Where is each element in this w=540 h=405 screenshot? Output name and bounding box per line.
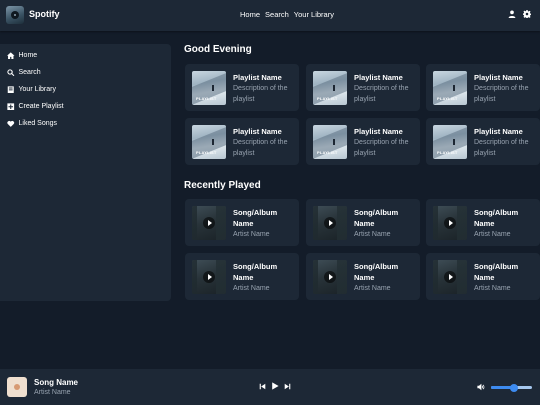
playlist-card[interactable]: PLAYLIST Playlist Name Description of the… xyxy=(426,118,540,165)
playlist-title: Playlist Name xyxy=(474,127,523,136)
user-icon[interactable] xyxy=(508,10,516,18)
now-playing-artist[interactable]: Artist Name xyxy=(34,389,71,396)
playlist-cover-image: PLAYLIST xyxy=(433,71,467,105)
playlist-description: Description of the playlist xyxy=(474,139,529,157)
play-icon xyxy=(324,271,336,283)
now-playing-cover-image[interactable] xyxy=(7,377,27,397)
app-name: Spotify xyxy=(29,9,60,19)
sidebar-item-label: Home xyxy=(18,52,38,59)
now-playing-song[interactable]: Song Name xyxy=(34,378,78,387)
volume-icon[interactable] xyxy=(477,383,485,391)
album-cover-image xyxy=(192,206,226,240)
playlist-description: Description of the playlist xyxy=(354,85,409,103)
recent-item-card[interactable]: Song/Album Name Artist Name xyxy=(306,199,420,246)
recent-item-artist: Artist Name xyxy=(354,231,391,238)
play-icon xyxy=(203,217,215,229)
recent-item-artist: Artist Name xyxy=(474,285,511,292)
previous-button[interactable] xyxy=(259,383,266,390)
playlist-cover-image: PLAYLIST xyxy=(192,71,226,105)
playlist-cover-image: PLAYLIST xyxy=(313,125,347,159)
recently-played-title: Recently Played xyxy=(184,180,261,191)
plus-square-icon xyxy=(7,103,15,110)
volume-slider[interactable] xyxy=(491,383,532,392)
next-button[interactable] xyxy=(284,383,291,390)
recent-item-artist: Artist Name xyxy=(233,231,270,238)
playlist-description: Description of the playlist xyxy=(474,85,529,103)
playlist-title: Playlist Name xyxy=(233,73,282,82)
player-bar: Song Name Artist Name xyxy=(0,369,540,405)
sidebar-item-liked-songs[interactable]: Liked Songs xyxy=(0,115,171,132)
play-icon xyxy=(324,217,336,229)
recent-item-title: Song/Album Name xyxy=(354,208,399,228)
recent-item-artist: Artist Name xyxy=(233,285,270,292)
playlist-card[interactable]: PLAYLIST Playlist Name Description of the… xyxy=(185,118,299,165)
sidebar-item-create-playlist[interactable]: Create Playlist xyxy=(0,98,171,115)
playlist-title: Playlist Name xyxy=(233,127,282,136)
play-icon xyxy=(444,271,456,283)
nav-your-library[interactable]: Your Library xyxy=(294,10,334,19)
sidebar-item-home[interactable]: Home xyxy=(0,47,171,64)
playlist-cover-image: PLAYLIST xyxy=(433,125,467,159)
recent-item-card[interactable]: Song/Album Name Artist Name xyxy=(426,253,540,300)
recent-item-title: Song/Album Name xyxy=(233,262,278,282)
playback-controls xyxy=(259,382,291,390)
nav-home[interactable]: Home xyxy=(240,10,260,19)
recent-item-card[interactable]: Song/Album Name Artist Name xyxy=(306,253,420,300)
recent-item-title: Song/Album Name xyxy=(474,208,519,228)
sidebar-item-label: Your Library xyxy=(18,86,57,93)
library-icon xyxy=(7,86,14,93)
search-icon xyxy=(7,69,15,76)
playlist-cover-image: PLAYLIST xyxy=(192,125,226,159)
heart-icon xyxy=(7,120,15,127)
greeting-title: Good Evening xyxy=(184,44,252,55)
recent-item-artist: Artist Name xyxy=(354,285,391,292)
playlist-cover-image: PLAYLIST xyxy=(313,71,347,105)
recent-item-title: Song/Album Name xyxy=(474,262,519,282)
album-cover-image xyxy=(313,260,347,294)
sidebar-item-search[interactable]: Search xyxy=(0,64,171,81)
sidebar-item-your-library[interactable]: Your Library xyxy=(0,81,171,98)
album-cover-image xyxy=(313,206,347,240)
top-bar: Spotify Home Search Your Library xyxy=(0,0,540,31)
top-nav: Home Search Your Library xyxy=(240,10,334,19)
recent-item-card[interactable]: Song/Album Name Artist Name xyxy=(426,199,540,246)
album-cover-image xyxy=(433,206,467,240)
play-button[interactable] xyxy=(271,382,279,390)
playlist-description: Description of the playlist xyxy=(233,85,288,103)
playlist-description: Description of the playlist xyxy=(354,139,409,157)
spotify-logo-icon[interactable] xyxy=(6,6,24,24)
play-icon xyxy=(272,382,279,390)
recent-item-artist: Artist Name xyxy=(474,231,511,238)
playlist-description: Description of the playlist xyxy=(233,139,288,157)
album-cover-image xyxy=(192,260,226,294)
playlist-title: Playlist Name xyxy=(474,73,523,82)
sidebar-item-label: Create Playlist xyxy=(18,103,64,110)
sidebar: Home Search Your Library Create Playlist… xyxy=(0,44,171,301)
recent-item-card[interactable]: Song/Album Name Artist Name xyxy=(185,199,299,246)
recent-item-card[interactable]: Song/Album Name Artist Name xyxy=(185,253,299,300)
playlist-card[interactable]: PLAYLIST Playlist Name Description of the… xyxy=(306,64,420,111)
skip-back-icon xyxy=(259,383,266,389)
recent-item-title: Song/Album Name xyxy=(354,262,399,282)
recent-item-title: Song/Album Name xyxy=(233,208,278,228)
playlist-card[interactable]: PLAYLIST Playlist Name Description of the… xyxy=(426,64,540,111)
play-icon xyxy=(444,217,456,229)
nav-search[interactable]: Search xyxy=(265,10,289,19)
top-icons xyxy=(508,10,531,18)
play-icon xyxy=(203,271,215,283)
home-icon xyxy=(7,52,15,59)
playlist-card[interactable]: PLAYLIST Playlist Name Description of the… xyxy=(185,64,299,111)
sidebar-item-label: Search xyxy=(18,69,41,76)
playlist-card[interactable]: PLAYLIST Playlist Name Description of the… xyxy=(306,118,420,165)
playlist-title: Playlist Name xyxy=(354,73,403,82)
album-cover-image xyxy=(433,260,467,294)
volume-slider-knob[interactable] xyxy=(509,383,518,392)
playlist-title: Playlist Name xyxy=(354,127,403,136)
sidebar-item-label: Liked Songs xyxy=(18,120,58,127)
gear-icon[interactable] xyxy=(523,10,531,18)
skip-forward-icon xyxy=(284,383,291,389)
